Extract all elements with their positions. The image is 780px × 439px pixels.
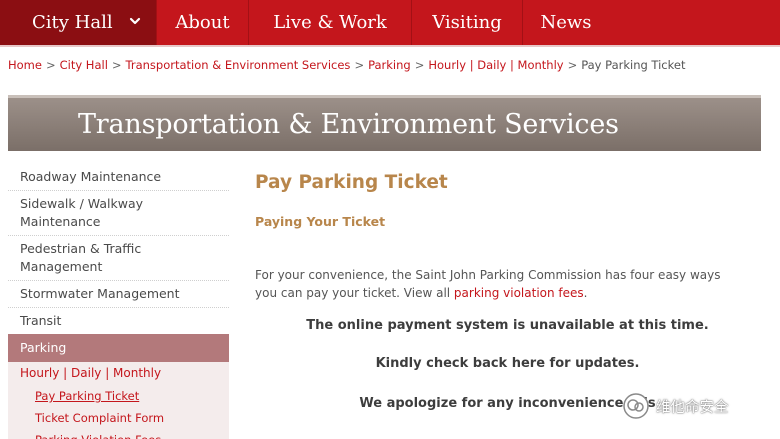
chevron-down-icon[interactable] [128,14,142,28]
sidebar-item-stormwater[interactable]: Stormwater Management [8,280,229,307]
nav-divider [0,45,780,47]
nav-about[interactable]: About [157,0,249,45]
breadcrumb-separator: > [414,58,425,72]
banner-title: Transportation & Environment Services [78,109,619,140]
top-navigation: City Hall About Live & Work Visiting New… [0,0,780,45]
sidebar-link-pay-parking-ticket[interactable]: Pay Parking Ticket [8,385,229,407]
sidebar-link-ticket-complaint-form[interactable]: Ticket Complaint Form [8,407,229,429]
nav-city-hall-label: City Hall [32,12,113,33]
breadcrumb-current: Pay Parking Ticket [581,58,686,72]
section-banner: Transportation & Environment Services [8,95,761,151]
nav-visiting[interactable]: Visiting [412,0,523,45]
intro-end: . [583,286,588,300]
breadcrumb-separator: > [111,58,122,72]
nav-live-work[interactable]: Live & Work [249,0,412,45]
breadcrumb-separator: > [354,58,365,72]
section-subheading: Paying Your Ticket [255,214,386,229]
sidebar-item-roadway-maintenance[interactable]: Roadway Maintenance [8,164,229,190]
sidebar-item-sidewalk-maintenance[interactable]: Sidewalk / Walkway Maintenance [8,190,229,235]
sidebar: Roadway Maintenance Sidewalk / Walkway M… [8,164,229,439]
main-content: Pay Parking Ticket Paying Your Ticket Fo… [255,172,755,411]
notice-unavailable: The online payment system is unavailable… [306,318,709,333]
breadcrumb-parking[interactable]: Parking [368,58,411,72]
breadcrumb-separator: > [567,58,578,72]
breadcrumb-separator: > [45,58,56,72]
breadcrumb-city-hall[interactable]: City Hall [60,58,108,72]
parking-violation-fees-link[interactable]: parking violation fees [454,286,584,300]
sidebar-link-parking-violation-fees[interactable]: Parking Violation Fees [8,429,229,439]
intro-paragraph: For your convenience, the Saint John Par… [255,266,745,302]
watermark-text: 维他命安全 [656,399,729,416]
sidebar-item-transit[interactable]: Transit [8,307,229,334]
sidebar-item-pedestrian-traffic[interactable]: Pedestrian & Traffic Management [8,235,229,280]
breadcrumb-tes[interactable]: Transportation & Environment Services [126,58,351,72]
notice-check-back: Kindly check back here for updates. [375,356,640,371]
page-title: Pay Parking Ticket [255,172,448,193]
sidebar-sub-hourly-daily-monthly[interactable]: Hourly | Daily | Monthly [8,362,229,385]
breadcrumb-hourly-daily-monthly[interactable]: Hourly | Daily | Monthly [428,58,563,72]
sidebar-item-parking[interactable]: Parking [8,334,229,362]
wechat-icon [623,393,649,419]
nav-filler [609,0,780,45]
breadcrumb-home[interactable]: Home [8,58,42,72]
watermark: 维他命安全 [622,392,729,420]
nav-city-hall[interactable]: City Hall [0,0,157,45]
breadcrumb: Home > City Hall > Transportation & Environm… [8,58,685,72]
nav-news[interactable]: News [523,0,609,45]
